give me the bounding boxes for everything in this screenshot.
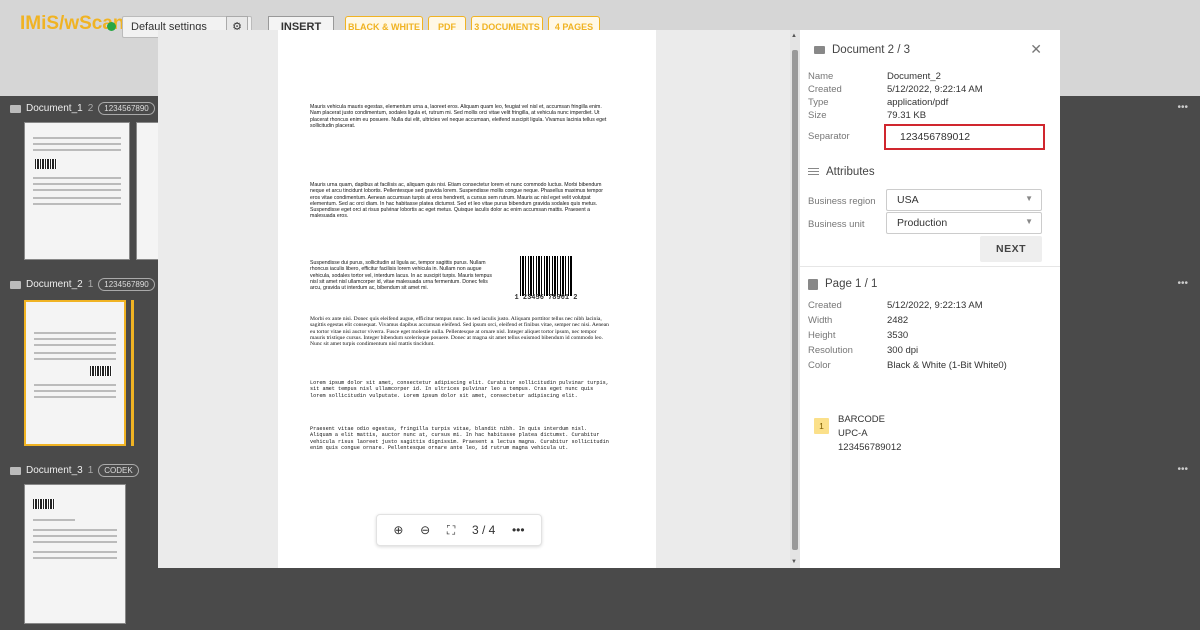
more-icon[interactable]: •••: [512, 523, 525, 537]
status-dot-icon: [107, 22, 116, 31]
next-button[interactable]: NEXT: [980, 236, 1042, 262]
barcode-label: BARCODE: [838, 414, 885, 425]
barcode-index-badge: 1: [814, 418, 829, 434]
document-header[interactable]: Document_1 2 1234567890: [10, 102, 155, 115]
field-label: Created: [808, 300, 842, 311]
page-section: Page 1 / 1: [808, 278, 877, 290]
business-unit-label: Business unit: [808, 219, 865, 230]
page-thumbnail[interactable]: [136, 122, 160, 260]
page-preview[interactable]: Mauris vehicula mauris egestas, elementu…: [278, 30, 656, 568]
page-thumbnail[interactable]: [24, 484, 126, 624]
document-name: Document_3: [26, 465, 83, 476]
document-badge: 1234567890: [98, 102, 155, 115]
separator-field[interactable]: 123456789012: [884, 124, 1045, 150]
barcode-bars: [520, 256, 572, 296]
document-page-count: 1: [87, 279, 94, 290]
folder-icon: [10, 280, 21, 289]
panel-title-text: Document 2 / 3: [832, 44, 910, 56]
page-title: Page 1 / 1: [825, 278, 878, 290]
field-label: Height: [808, 330, 836, 341]
field-label: Size: [808, 110, 827, 121]
list-icon: [808, 167, 819, 177]
field-value: application/pdf: [887, 97, 949, 108]
preview-toolbar: ⊕ ⊖ ⛶ 3 / 4 •••: [376, 514, 542, 546]
chevron-down-icon: ▼: [1025, 217, 1033, 226]
preview-scrollbar[interactable]: ▲ ▼: [790, 30, 800, 568]
document-name: Document_1: [26, 103, 83, 114]
close-icon[interactable]: ✕: [1030, 41, 1042, 58]
field-value: 3530: [887, 330, 909, 341]
field-value: 300 dpi: [887, 345, 919, 356]
page-paragraph: Mauris vehicula mauris egestas, elementu…: [310, 104, 607, 129]
page-paragraph: Suspendisse dui purus, sollicitudin at l…: [310, 260, 492, 292]
folder-icon: [10, 104, 21, 113]
folder-icon: [814, 46, 825, 54]
field-value: 5/12/2022, 9:22:14 AM: [887, 84, 983, 95]
page-paragraph: Lorem ipsum dolor sit amet, consectetur …: [310, 380, 609, 399]
field-label: Width: [808, 315, 833, 326]
field-label: Name: [808, 71, 834, 82]
field-value: 5/12/2022, 9:22:13 AM: [887, 300, 983, 311]
field-value: 2482: [887, 315, 909, 326]
business-region-value: USA: [897, 194, 919, 206]
document-page-count: 2: [87, 103, 94, 114]
field-label: Type: [808, 97, 829, 108]
field-label: Color: [808, 360, 831, 371]
scroll-down-icon[interactable]: ▼: [791, 559, 797, 565]
page-thumbnail[interactable]: [24, 122, 130, 260]
barcode-value: 123456789012: [838, 442, 902, 453]
field-label: Resolution: [808, 345, 853, 356]
more-icon[interactable]: •••: [1177, 278, 1188, 289]
folder-icon: [10, 466, 21, 475]
business-region-label: Business region: [808, 196, 876, 207]
document-badge: CODEK: [98, 464, 139, 477]
page-paragraph: Morbi ex ante nisi. Donec quis eleifend …: [310, 316, 609, 348]
scroll-thumb[interactable]: [792, 50, 798, 550]
barcode-type: UPC-A: [838, 428, 868, 439]
page-icon: [808, 278, 818, 290]
business-unit-select[interactable]: Production ▼: [886, 212, 1042, 234]
zoom-in-icon[interactable]: ⊕: [393, 523, 403, 537]
info-panel: Document 2 / 3 ✕ Name Document_2 Created…: [800, 30, 1060, 568]
fit-screen-icon[interactable]: ⛶: [447, 523, 455, 538]
chevron-down-icon: ▼: [1025, 194, 1033, 203]
separator-label: Separator: [808, 131, 850, 142]
document-header[interactable]: Document_3 1 CODEK: [10, 464, 139, 477]
page-thumbnail-selected[interactable]: [24, 300, 126, 446]
attributes-title: Attributes: [826, 166, 875, 178]
page-paragraph: Mauris urna quam, dapibus at facilisis a…: [310, 182, 603, 220]
document-page-count: 1: [87, 465, 94, 476]
barcode-digits: 1 23456 78901 2: [514, 294, 578, 302]
more-icon[interactable]: •••: [1177, 102, 1188, 113]
barcode-image: 1 23456 78901 2: [504, 256, 588, 306]
attributes-section: Attributes: [808, 166, 875, 178]
field-value: 79.31 KB: [887, 110, 927, 121]
business-unit-value: Production: [897, 217, 948, 229]
selection-indicator: [131, 300, 134, 446]
field-label: Created: [808, 84, 842, 95]
scroll-up-icon[interactable]: ▲: [791, 33, 797, 39]
zoom-out-icon[interactable]: ⊖: [420, 523, 430, 537]
document-preview: Mauris vehicula mauris egestas, elementu…: [158, 30, 790, 568]
field-value: Black & White (1-Bit White0): [887, 360, 1007, 371]
page-paragraph: Praesent vitae odio egestas, fringilla t…: [310, 426, 609, 451]
field-value: Document_2: [887, 71, 941, 82]
divider: [800, 266, 1060, 267]
document-badge: 1234567890: [98, 278, 155, 291]
document-header[interactable]: Document_2 1 1234567890: [10, 278, 155, 291]
more-icon[interactable]: •••: [1177, 464, 1188, 475]
document-name: Document_2: [26, 279, 83, 290]
panel-title: Document 2 / 3: [814, 44, 910, 56]
page-indicator: 3 / 4: [471, 523, 496, 537]
business-region-select[interactable]: USA ▼: [886, 189, 1042, 211]
